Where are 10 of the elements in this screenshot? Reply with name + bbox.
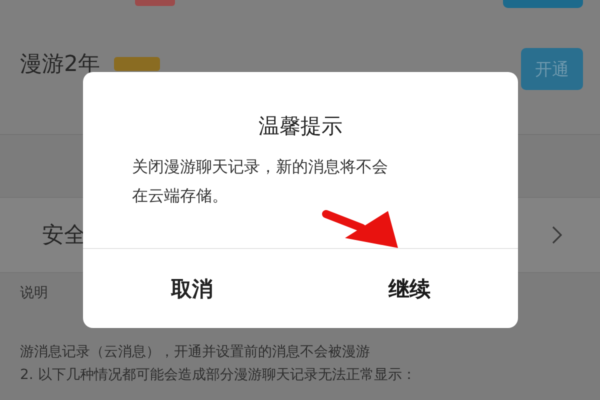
cancel-button[interactable]: 取消 [83,249,300,328]
dialog-message: 关闭漫游聊天记录，新的消息将不会在云端存储。 [132,156,389,207]
notes-text: 2. 以下几种情况都可能会造成部分漫游聊天记录无法正常显示： [20,366,417,385]
continue-button[interactable]: 继续 [300,249,518,328]
security-label: 安全 [42,222,86,250]
notes-text: 游消息记录（云消息），开通并设置前的消息不会被漫游 [20,343,371,362]
dialog-title: 温馨提示 [258,113,344,140]
plan-name: 漫游2年 [20,51,100,79]
chevron-right-icon [552,226,562,244]
notes-heading: 说明 [20,284,48,303]
